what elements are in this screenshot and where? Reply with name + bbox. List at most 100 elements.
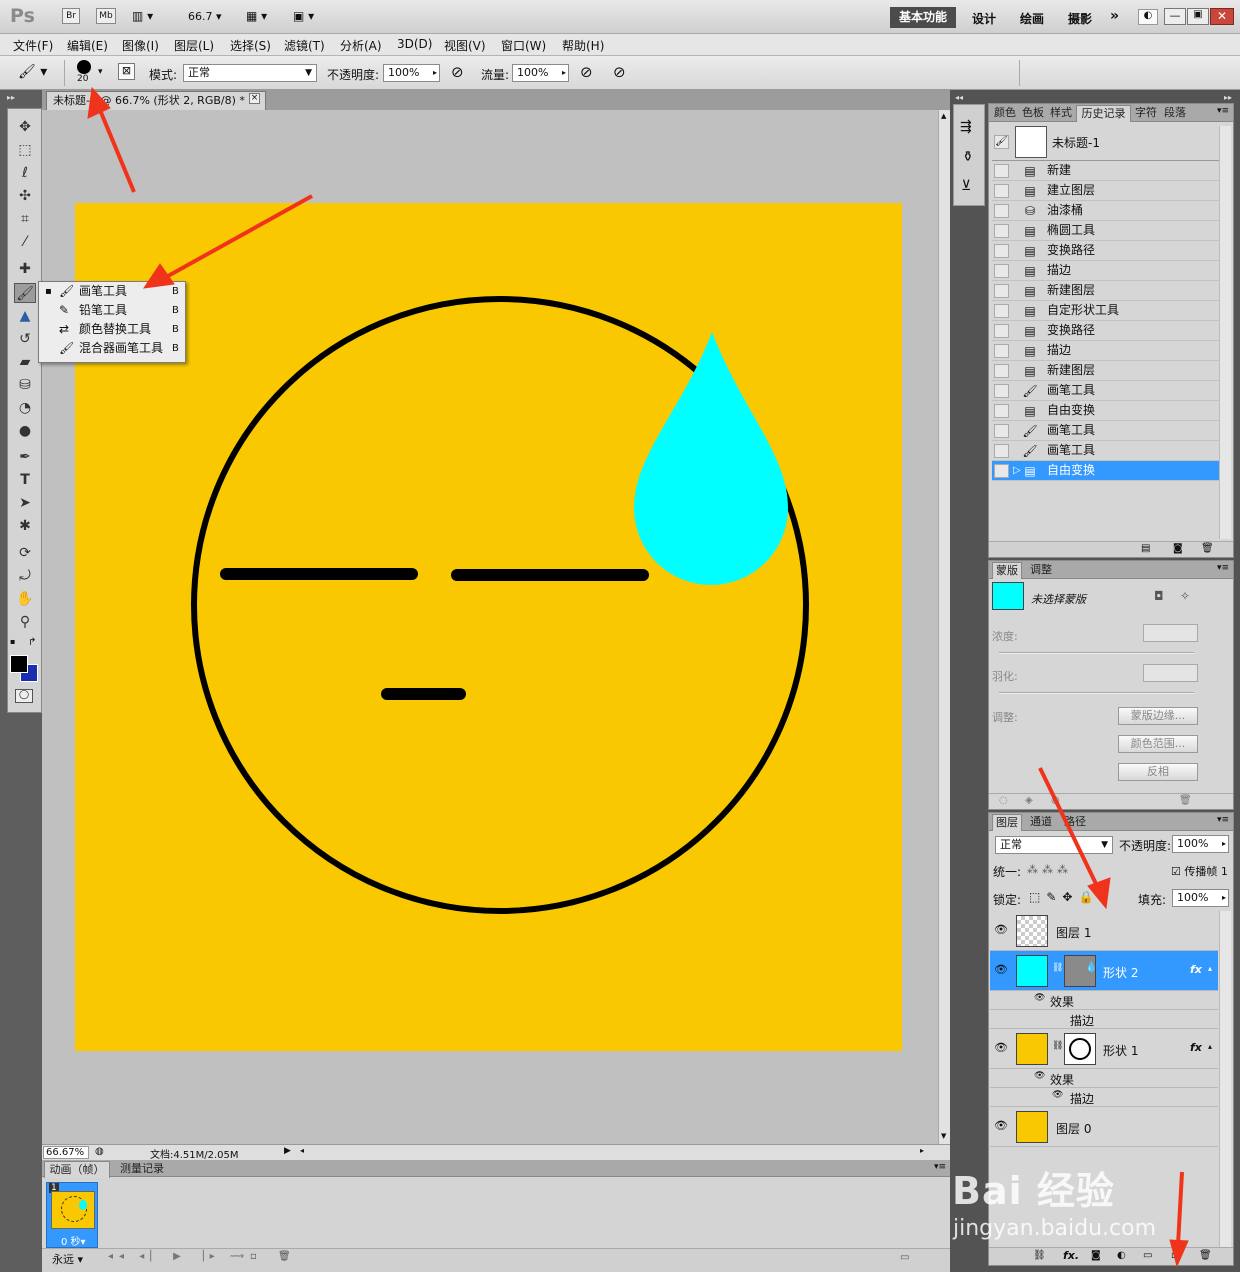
playback-buttons[interactable]: ◂◂ ◂▏ ▶ ▕▸ ⟿ [108,1251,250,1262]
tab-styles[interactable]: 样式 [1048,105,1074,122]
panel-menu-icon[interactable]: ▾≡ [1217,815,1229,825]
history-source-checkbox[interactable] [994,224,1009,238]
mode-select[interactable]: 正常 ▼ [183,64,317,82]
density-slider[interactable] [999,652,1194,654]
h-scroll-left-icon[interactable]: ◂ [300,1146,304,1155]
visibility-eye-icon[interactable]: 👁 [994,923,1008,936]
fx-icon[interactable]: fx [1190,1041,1202,1054]
opacity-input[interactable]: 100% ▸ [383,64,440,82]
history-scrollbar[interactable] [1219,126,1231,539]
menu-select[interactable]: 选择(S) [230,37,271,54]
document-tab[interactable]: 未标题-1 @ 66.7% (形状 2, RGB/8) * × [46,91,266,110]
canvas-artwork[interactable] [42,110,938,1144]
history-source-checkbox[interactable] [994,424,1009,438]
path-selection-tool-icon[interactable]: ➤ [14,493,36,513]
zoom-field[interactable]: 66.67% [43,1146,89,1159]
delete-state-icon[interactable]: 🗑 [1201,543,1214,554]
brush-tool-icon[interactable]: 🖌 [14,283,36,303]
history-state[interactable]: ▤ 描边 [992,261,1219,281]
menu-3d[interactable]: 3D(D) [397,37,432,51]
history-state[interactable]: ▤ 自由变换 ▷ [992,461,1219,481]
unify-icons[interactable]: ⁂⁂⁂ [1027,863,1072,876]
delete-frame-icon[interactable]: 🗑 [278,1251,291,1262]
bridge-button[interactable]: Br [62,8,80,24]
link-icon[interactable]: ⛓ [1052,963,1063,973]
history-source-checkbox[interactable] [994,304,1009,318]
timeline-toggle-icon[interactable]: ▭ [900,1252,909,1263]
more-workspaces-icon[interactable]: » [1110,8,1119,24]
history-source-checkbox[interactable] [994,164,1009,178]
panel-menu-icon[interactable]: ▾≡ [1217,106,1229,116]
fx-icon[interactable]: fx [1190,963,1202,976]
menu-item-color-replace[interactable]: ⇄ 颜色替换工具 B [39,320,185,339]
effects-eye-icon[interactable]: 👁 [1034,1071,1045,1081]
visibility-eye-icon[interactable]: 👁 [994,1041,1008,1054]
crop-tool-icon[interactable]: ⌗ [14,209,36,229]
effects-row[interactable]: 👁 效果 [990,1069,1218,1088]
blur-tool-icon[interactable]: ◔ [14,398,36,418]
propagate-frame-checkbox[interactable]: ☑ 传播帧 1 [1171,863,1228,879]
lasso-tool-icon[interactable]: ℓ [14,163,36,183]
quick-selection-tool-icon[interactable]: ✣ [14,186,36,206]
airbrush-opacity-icon[interactable]: ⊘ [451,63,464,81]
foreground-color-swatch[interactable] [10,655,28,673]
toolbox-collapse-icon[interactable]: ▸▸ [7,93,15,102]
history-source-checkbox[interactable] [994,364,1009,378]
visibility-eye-icon[interactable]: 👁 [994,1119,1008,1132]
feather-field[interactable] [1143,664,1198,682]
dodge-tool-icon[interactable]: ● [14,421,36,441]
menu-item-mixer-brush[interactable]: 🖌 混合器画笔工具 B [39,339,185,358]
expand-effects-icon[interactable]: ▴ [1208,964,1212,973]
delete-layer-icon[interactable]: 🗑 [1199,1250,1212,1261]
delete-mask-icon[interactable]: 🗑 [1179,795,1192,806]
document-close-icon[interactable]: × [249,93,260,104]
type-tool-icon[interactable]: T [14,470,36,490]
minimize-button[interactable]: — [1164,8,1186,25]
menu-edit[interactable]: 编辑(E) [67,37,108,54]
layer-row-shape2[interactable]: 👁 ⛓ 💧 形状 2 fx ▴ [990,951,1218,991]
new-snapshot-icon[interactable]: ◙ [1173,543,1183,554]
clone-source-icon[interactable]: ⚱ [962,149,974,165]
pixel-mask-icon[interactable]: ◘ [1154,589,1164,603]
history-state[interactable]: 🖌 画笔工具 [992,441,1219,461]
brush-tip-icon[interactable] [77,60,91,74]
history-source-checkbox[interactable] [994,324,1009,338]
snapshot-source-icon[interactable]: 🖌 [994,135,1009,149]
swap-colors-icon[interactable]: ↱ [28,637,36,648]
color-range-button[interactable]: 颜色范围... [1118,735,1198,753]
3d-orbit-tool-icon[interactable]: ⤾ [14,566,36,586]
tab-measurement-log[interactable]: 测量记录 [114,1161,170,1178]
effects-row[interactable]: 👁 效果 [990,991,1218,1010]
scroll-up-icon[interactable]: ▲ [941,112,946,120]
status-menu-icon[interactable]: ▶ [284,1146,291,1156]
frame-delay[interactable]: 0 秒▾ [61,1233,86,1248]
zoom-menu[interactable]: 66.7 ▾ [188,10,222,23]
view-extras-icon[interactable]: ▦ ▾ [246,9,267,23]
tab-swatches[interactable]: 色板 [1020,105,1046,122]
apply-mask-icon[interactable]: ◈ [1025,795,1033,806]
stroke-eye-icon[interactable]: 👁 [1052,1090,1063,1100]
panel-menu-icon[interactable]: ▾≡ [934,1162,946,1172]
zoom-tool-icon[interactable]: ⚲ [14,612,36,632]
menu-help[interactable]: 帮助(H) [562,37,604,54]
history-state-marker-icon[interactable]: ▷ [1013,461,1021,480]
history-source-checkbox[interactable] [994,264,1009,278]
history-state[interactable]: ⛁ 油漆桶 [992,201,1219,221]
healing-brush-tool-icon[interactable]: ✚ [14,259,36,279]
eraser-tool-icon[interactable]: ▰ [14,352,36,372]
new-layer-icon[interactable]: ▫ [1171,1250,1178,1261]
adjustment-layer-icon[interactable]: ◐ [1117,1250,1126,1261]
scroll-down-icon[interactable]: ▼ [941,1132,946,1140]
loop-select[interactable]: 永远 ▾ [52,1251,83,1267]
history-snapshot[interactable]: 🖌 未标题-1 [992,125,1219,161]
extras-icon[interactable]: ▥ ▾ [132,9,162,23]
menu-analysis[interactable]: 分析(A) [340,37,382,54]
tab-masks[interactable]: 蒙版 [992,562,1022,579]
quick-mask-icon[interactable]: ◯ [15,689,33,703]
layer-row-layer0[interactable]: 👁 图层 0 [990,1107,1218,1147]
layers-scrollbar[interactable] [1219,911,1231,1247]
history-source-checkbox[interactable] [994,344,1009,358]
blend-mode-select[interactable]: 正常 ▼ [995,836,1113,854]
hand-tool-icon[interactable]: ✋ [14,589,36,609]
history-source-checkbox[interactable] [994,384,1009,398]
